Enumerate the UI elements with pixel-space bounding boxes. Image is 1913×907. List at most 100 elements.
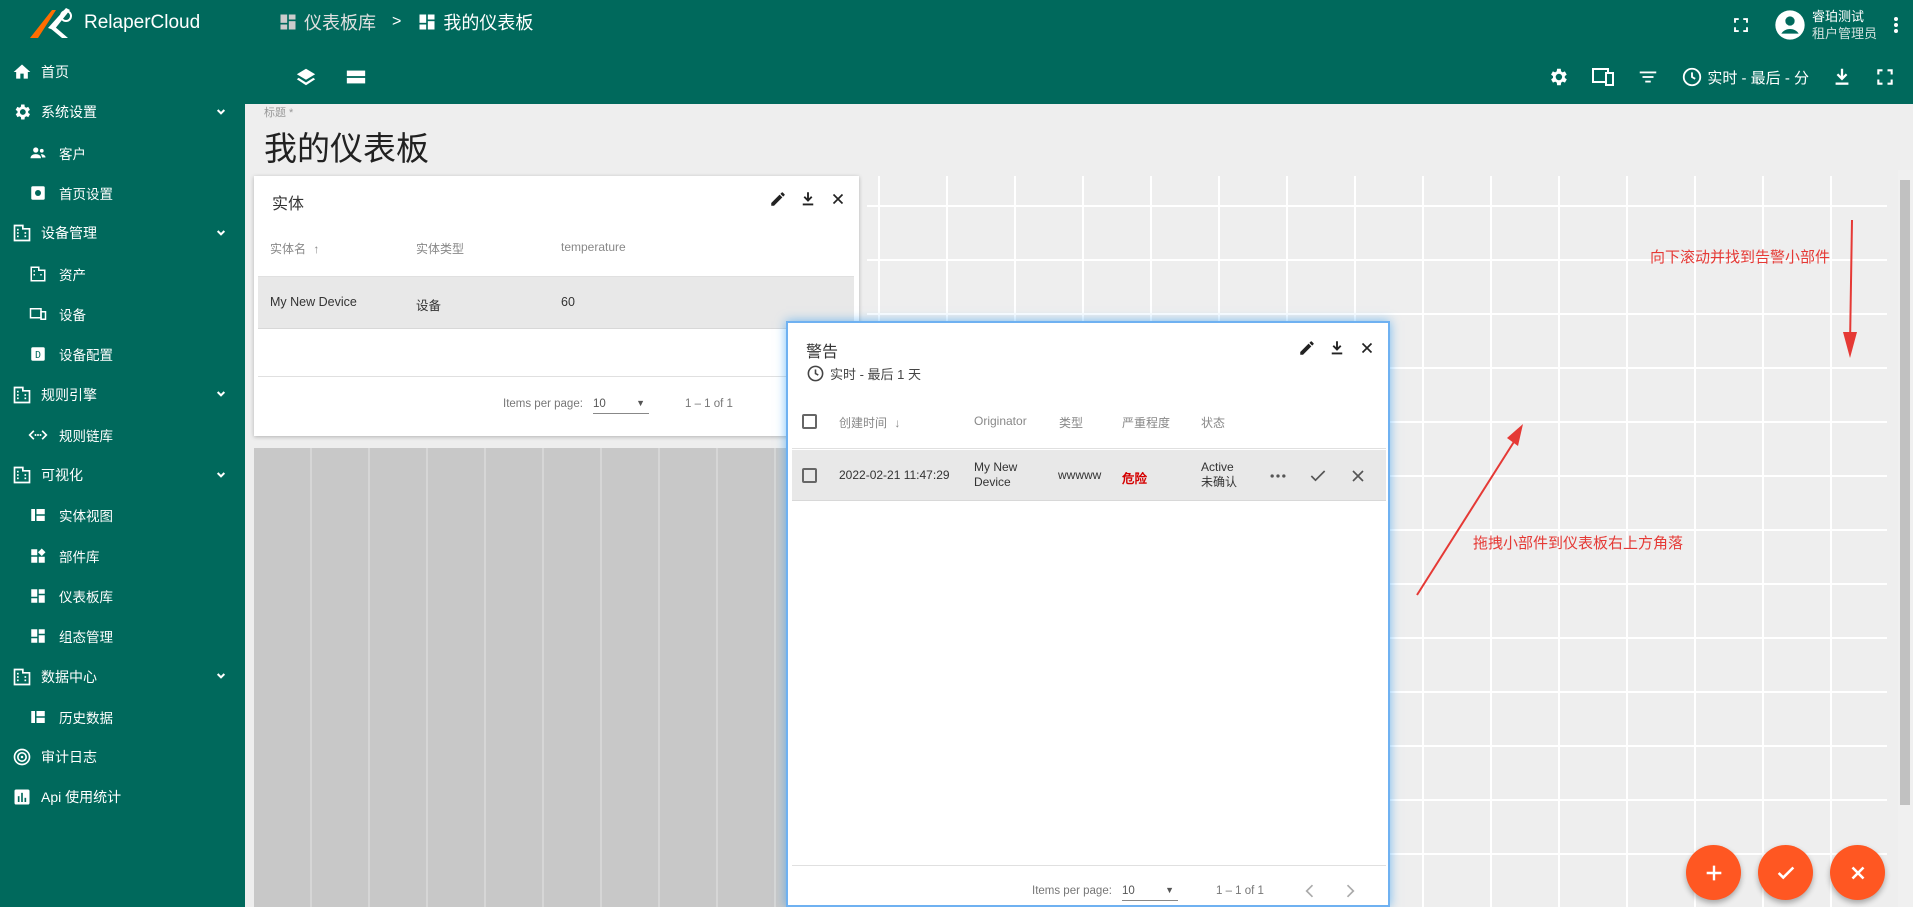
chain-icon xyxy=(28,425,48,445)
divider xyxy=(258,376,854,377)
sidebar-item-audit-logs[interactable]: 审计日志 xyxy=(0,737,245,777)
sidebar-item-label: 首页设置 xyxy=(59,187,113,203)
sidebar-item-home-settings[interactable]: 首页设置 xyxy=(0,173,245,213)
dropdown-arrow-icon: ▼ xyxy=(636,398,645,408)
prev-page-icon[interactable] xyxy=(1300,881,1320,906)
download-icon[interactable] xyxy=(1831,66,1853,88)
layers-icon[interactable] xyxy=(295,66,317,88)
annotation-drag-hint: 拖拽小部件到仪表板右上方角落 xyxy=(1473,535,1684,552)
close-icon[interactable] xyxy=(1358,339,1376,362)
sidebar-item-assets[interactable]: 资产 xyxy=(0,253,245,293)
widget-placeholder xyxy=(254,448,788,907)
sidebar-item-history-data[interactable]: 历史数据 xyxy=(0,697,245,737)
sidebar-item-dashboards[interactable]: 仪表板库 xyxy=(0,576,245,616)
user-area: 睿珀测试 租户管理员 xyxy=(1732,8,1899,42)
table-row[interactable]: 2022-02-21 11:47:29 My New Device wwwww … xyxy=(792,450,1386,501)
download-icon[interactable] xyxy=(799,190,817,213)
select-all-checkbox[interactable] xyxy=(802,414,817,429)
row-checkbox[interactable] xyxy=(802,468,817,483)
chevron-down-icon[interactable] xyxy=(213,225,229,244)
add-widget-button[interactable] xyxy=(1686,845,1741,900)
column-header-temperature[interactable]: temperature xyxy=(561,240,626,254)
breadcrumb: 仪表板库 > 我的仪表板 xyxy=(278,10,533,34)
chevron-down-icon[interactable] xyxy=(213,104,229,123)
track-icon xyxy=(12,747,32,767)
cell-status: Active 未确认 xyxy=(1201,460,1238,489)
items-per-page-select[interactable]: 10 ▼ xyxy=(593,398,649,414)
logo[interactable]: RelaperCloud xyxy=(0,0,245,45)
scrollbar-thumb[interactable] xyxy=(1900,180,1910,805)
download-icon[interactable] xyxy=(1328,339,1346,362)
more-vert-icon[interactable] xyxy=(1893,15,1899,35)
save-dashboard-button[interactable] xyxy=(1758,845,1813,900)
sidebar-item-scada[interactable]: 组态管理 xyxy=(0,616,245,656)
profile-icon: D xyxy=(28,344,48,364)
column-header-created-time[interactable]: 创建时间 ↓ xyxy=(839,414,900,431)
table-row[interactable]: My New Device 设备 60 xyxy=(258,277,854,329)
sidebar-item-label: 数据中心 xyxy=(41,668,97,685)
sidebar-item-devices[interactable]: 设备 xyxy=(0,294,245,334)
sidebar-item-system-settings[interactable]: 系统设置 xyxy=(0,92,245,132)
cancel-edit-button[interactable] xyxy=(1830,845,1885,900)
check-icon[interactable] xyxy=(1308,466,1328,491)
sidebar-item-device-management[interactable]: 设备管理 xyxy=(0,213,245,253)
devices-icon[interactable] xyxy=(1591,66,1615,88)
filter-icon[interactable] xyxy=(1637,66,1659,88)
edit-icon[interactable] xyxy=(1298,339,1316,362)
building-icon xyxy=(12,667,32,687)
column-header-originator[interactable]: Originator xyxy=(974,414,1027,428)
column-header-entity-type[interactable]: 实体类型 xyxy=(416,240,464,257)
building-icon xyxy=(12,465,32,485)
alarm-timewindow[interactable]: 实时 - 最后 1 天 xyxy=(806,364,921,383)
sidebar-item-visualization[interactable]: 可视化 xyxy=(0,455,245,495)
items-per-page-select[interactable]: 10 ▼ xyxy=(1122,885,1178,901)
chart-icon xyxy=(12,787,32,807)
dashboard-tools: 实时 - 最后 - 分 xyxy=(1547,66,1895,88)
cell-originator: My New Device xyxy=(974,460,1018,489)
alarm-timewindow-label: 实时 - 最后 1 天 xyxy=(830,367,922,382)
sidebar-item-home[interactable]: 首页 xyxy=(0,52,245,92)
sidebar-item-label: 系统设置 xyxy=(41,104,97,121)
user-name: 睿珀测试 xyxy=(1811,9,1864,24)
timewindow-label: 实时 - 最后 - 分 xyxy=(1707,69,1809,87)
layout-icon[interactable] xyxy=(345,66,367,88)
clock-icon xyxy=(1683,67,1702,87)
dashboard-icon xyxy=(28,626,48,646)
chevron-down-icon[interactable] xyxy=(213,668,229,687)
sidebar-item-rule-engine[interactable]: 规则引擎 xyxy=(0,374,245,414)
top-toolbar: 仪表板库 > 我的仪表板 睿珀测试 租户管理员 实时 - 最后 - 分 xyxy=(245,0,1913,104)
sidebar-item-entity-views[interactable]: 实体视图 xyxy=(0,495,245,535)
column-header-severity[interactable]: 严重程度 xyxy=(1122,414,1170,431)
sidebar-item-rule-chains[interactable]: 规则链库 xyxy=(0,415,245,455)
close-icon[interactable] xyxy=(829,190,847,213)
sidebar-item-label: Api 使用统计 xyxy=(41,789,122,806)
fullscreen-icon[interactable] xyxy=(1732,16,1750,34)
column-header-status[interactable]: 状态 xyxy=(1201,414,1225,431)
edit-icon[interactable] xyxy=(769,190,787,213)
dashboard-title-input[interactable]: 我的仪表板 xyxy=(264,122,429,170)
more-horiz-icon[interactable] xyxy=(1268,466,1288,491)
entities-widget[interactable]: 实体 实体名 ↑ 实体类型 temperature My New Device … xyxy=(254,176,859,436)
column-header-entity-name[interactable]: 实体名 ↑ xyxy=(270,240,319,257)
avatar[interactable] xyxy=(1774,9,1806,41)
sidebar-item-api-usage[interactable]: Api 使用统计 xyxy=(0,777,245,817)
dropdown-arrow-icon: ▼ xyxy=(1165,885,1174,895)
breadcrumb-item-dashboards[interactable]: 仪表板库 xyxy=(278,9,376,35)
alarms-widget[interactable]: 警告 实时 - 最后 1 天 创建时间 ↓ Originator 类型 严重程度… xyxy=(786,321,1390,907)
chevron-down-icon[interactable] xyxy=(213,467,229,486)
sidebar-item-widgets-library[interactable]: 部件库 xyxy=(0,536,245,576)
cell-severity: 危险 xyxy=(1122,472,1148,486)
cell-type: wwwww xyxy=(1058,468,1102,482)
sidebar-item-data-center[interactable]: 数据中心 xyxy=(0,656,245,696)
next-page-icon[interactable] xyxy=(1340,881,1360,906)
fullscreen-icon[interactable] xyxy=(1875,67,1895,87)
breadcrumb-separator: > xyxy=(392,13,402,30)
settings-gear-icon[interactable] xyxy=(1547,66,1569,88)
chevron-down-icon[interactable] xyxy=(213,386,229,405)
user-info[interactable]: 睿珀测试 租户管理员 xyxy=(1812,8,1877,42)
sidebar-item-customers[interactable]: 客户 xyxy=(0,133,245,173)
sidebar-item-device-profiles[interactable]: D 设备配置 xyxy=(0,334,245,374)
clear-icon[interactable] xyxy=(1348,466,1368,491)
timewindow-button[interactable]: 实时 - 最后 - 分 xyxy=(1681,66,1809,88)
column-header-type[interactable]: 类型 xyxy=(1059,414,1083,431)
